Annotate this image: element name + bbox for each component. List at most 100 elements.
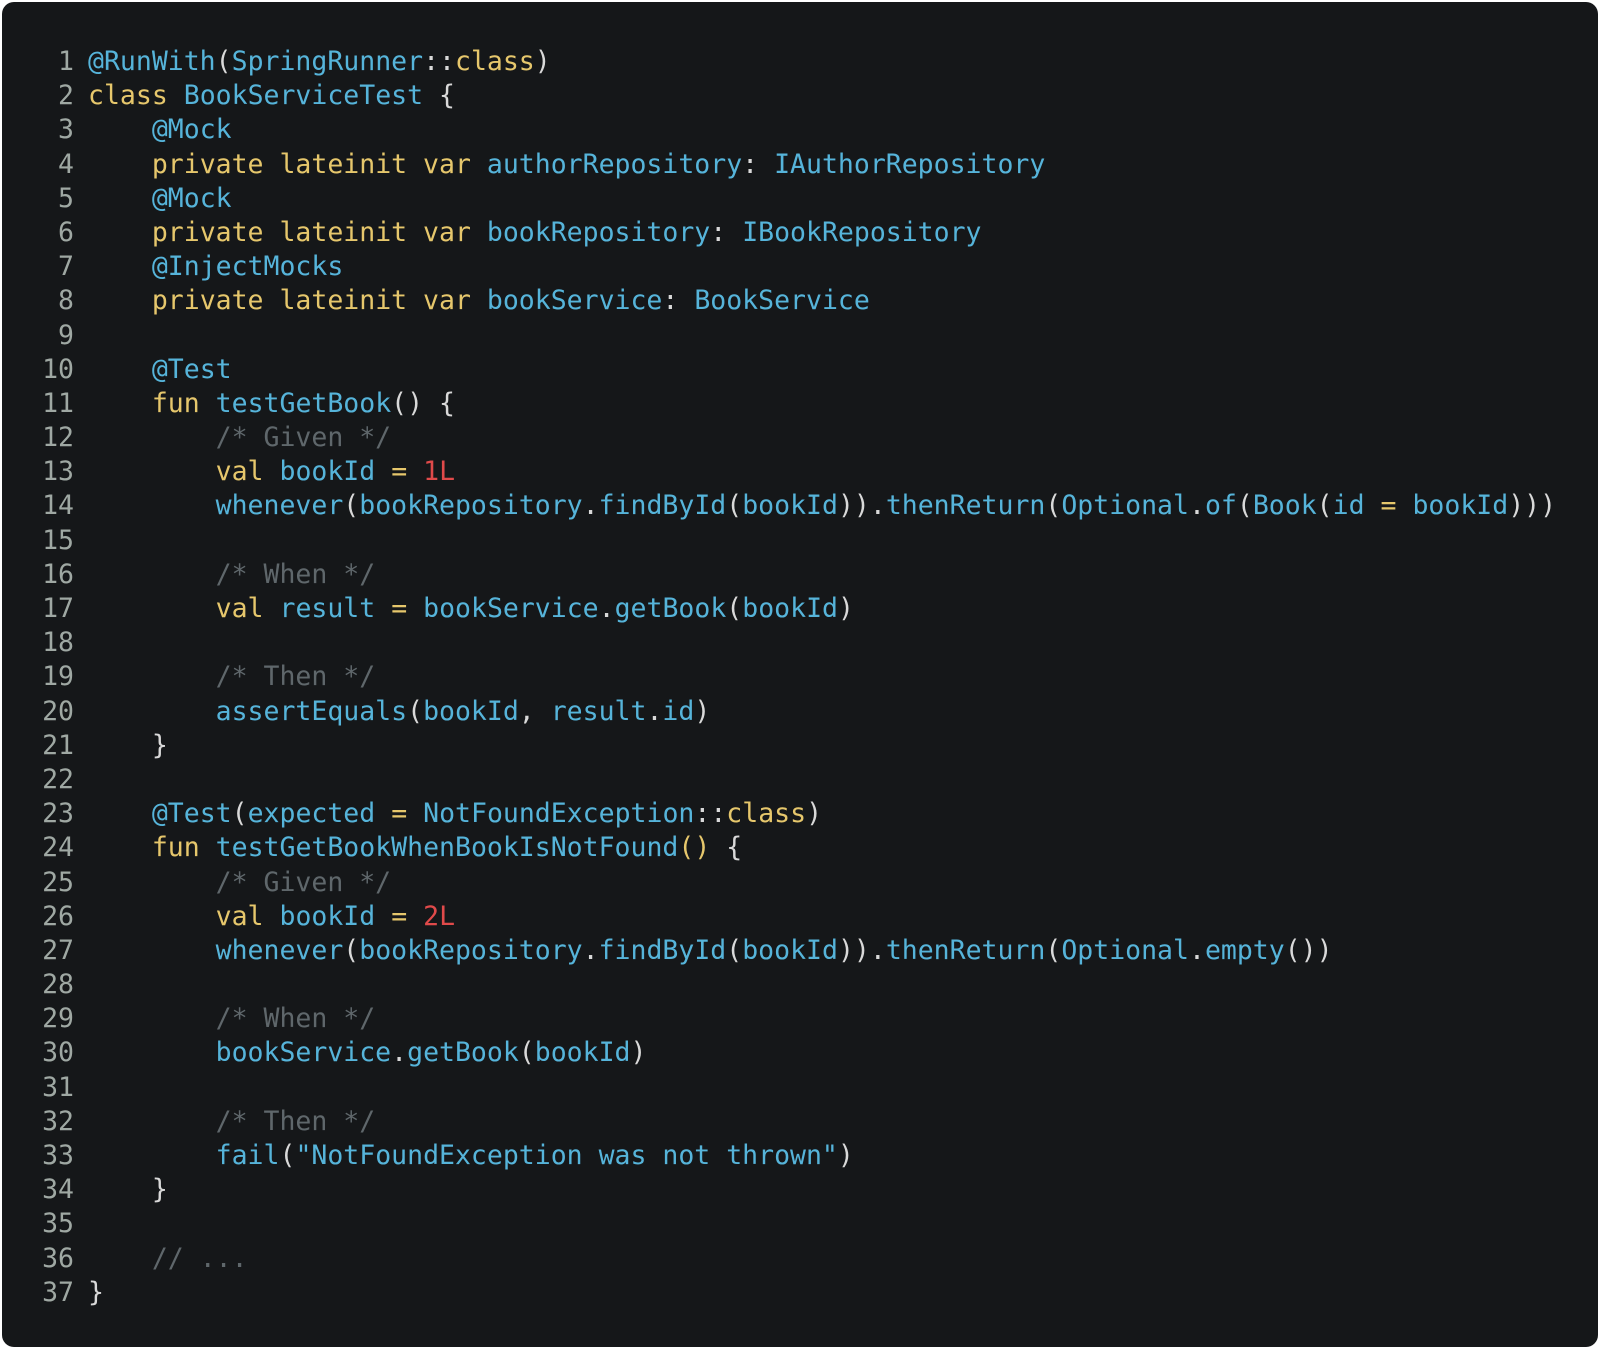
code-line[interactable]: 28 xyxy=(2,968,1598,1002)
line-number: 24 xyxy=(42,832,74,864)
code-token: testGetBook xyxy=(215,387,392,419)
code-token: /* Then */ xyxy=(215,1105,376,1137)
code-line[interactable]: 18 xyxy=(2,626,1598,660)
code-line[interactable]: 30 bookService.getBook(bookId) xyxy=(2,1036,1598,1070)
code-line[interactable]: 17 val result = bookService.getBook(book… xyxy=(2,592,1598,626)
code-token: ( xyxy=(518,1037,535,1069)
code-line[interactable]: 16 /* When */ xyxy=(2,558,1598,592)
code-text: @Mock xyxy=(74,113,232,147)
code-line[interactable]: 31 xyxy=(2,1071,1598,1105)
code-token: val xyxy=(215,456,264,488)
code-line[interactable]: 21 } xyxy=(2,729,1598,763)
code-token: getBook xyxy=(614,593,727,624)
code-line[interactable]: 23 @Test(expected = NotFoundException::c… xyxy=(2,797,1598,831)
code-line[interactable]: 13 val bookId = 1L xyxy=(2,455,1598,489)
code-token: bookId xyxy=(742,490,838,522)
code-token: IAuthorRepository xyxy=(774,148,1046,180)
code-line[interactable]: 9 xyxy=(2,319,1598,353)
code-line[interactable]: 11 fun testGetBook() { xyxy=(2,387,1598,421)
code-token: id xyxy=(662,695,695,727)
code-token: ))) xyxy=(1508,490,1557,522)
code-line[interactable]: 2 class BookServiceTest { xyxy=(2,79,1598,113)
code-token: )). xyxy=(837,490,886,522)
code-line[interactable]: 33 fail("NotFoundException was not throw… xyxy=(2,1139,1598,1173)
code-token: = xyxy=(391,798,408,830)
code-token: bookId xyxy=(423,695,519,727)
code-line[interactable]: 8 private lateinit var bookService: Book… xyxy=(2,284,1598,318)
code-token: assertEquals xyxy=(215,695,408,727)
code-line[interactable]: 20 assertEquals(bookId, result.id) xyxy=(2,695,1598,729)
code-token: @Test xyxy=(151,353,232,385)
code-token: ( xyxy=(726,934,743,966)
code-token: : xyxy=(742,148,775,180)
code-line[interactable]: 3 @Mock xyxy=(2,113,1598,147)
code-line[interactable]: 7 @InjectMocks xyxy=(2,250,1598,284)
line-number: 5 xyxy=(58,182,74,214)
code-token: ( xyxy=(1045,934,1062,966)
code-token: : xyxy=(710,216,743,248)
code-line[interactable]: 26 val bookId = 2L xyxy=(2,900,1598,934)
code-line[interactable]: 24 fun testGetBookWhenBookIsNotFound() { xyxy=(2,831,1598,865)
code-line[interactable]: 4 private lateinit var authorRepository:… xyxy=(2,148,1598,182)
code-line[interactable]: 10 @Test xyxy=(2,353,1598,387)
code-text: fun testGetBookWhenBookIsNotFound() { xyxy=(74,831,742,865)
line-number: 34 xyxy=(42,1174,74,1206)
code-token: private lateinit var xyxy=(151,148,471,180)
code-token: bookService xyxy=(486,285,663,317)
code-token: Optional xyxy=(1061,490,1189,522)
code-line[interactable]: 27 whenever(bookRepository.findById(book… xyxy=(2,934,1598,968)
code-token: /* Given */ xyxy=(215,866,392,898)
code-token: Optional xyxy=(1061,934,1189,966)
code-line[interactable]: 35 xyxy=(2,1207,1598,1241)
code-line[interactable]: 14 whenever(bookRepository.findById(book… xyxy=(2,489,1598,523)
code-text: private lateinit var bookRepository: IBo… xyxy=(74,216,982,250)
code-token: @Mock xyxy=(151,182,232,214)
code-token: whenever xyxy=(215,934,344,966)
code-line[interactable]: 34 } xyxy=(2,1173,1598,1207)
code-token: /* Then */ xyxy=(215,661,376,693)
line-number: 21 xyxy=(42,729,74,761)
code-line[interactable]: 29 /* When */ xyxy=(2,1002,1598,1036)
code-line[interactable]: 19 /* Then */ xyxy=(2,660,1598,694)
code-text: /* Then */ xyxy=(74,1105,376,1139)
line-number: 14 xyxy=(42,490,74,522)
code-token: } xyxy=(88,1174,168,1206)
code-token: } xyxy=(88,729,168,761)
code-line[interactable]: 36 // ... xyxy=(2,1242,1598,1276)
code-token: . xyxy=(1188,934,1205,966)
line-number: 26 xyxy=(42,900,74,932)
code-token: () { xyxy=(391,387,455,419)
code-line[interactable]: 6 private lateinit var bookRepository: I… xyxy=(2,216,1598,250)
code-token: ( xyxy=(407,695,424,727)
line-number: 36 xyxy=(42,1242,74,1274)
code-line[interactable]: 15 xyxy=(2,524,1598,558)
code-line[interactable]: 37} xyxy=(2,1276,1598,1310)
code-token: empty xyxy=(1204,934,1285,966)
code-text: class BookServiceTest { xyxy=(74,79,455,113)
code-token: 1L xyxy=(423,456,456,488)
code-line[interactable]: 1 @RunWith(SpringRunner::class) xyxy=(2,45,1598,79)
code-line[interactable]: 25 /* Given */ xyxy=(2,866,1598,900)
line-number: 10 xyxy=(42,353,74,385)
code-line[interactable]: 5 @Mock xyxy=(2,182,1598,216)
line-number: 4 xyxy=(58,148,74,180)
code-line[interactable]: 22 xyxy=(2,763,1598,797)
code-text: @RunWith(SpringRunner::class) xyxy=(74,45,551,79)
code-token: @InjectMocks xyxy=(151,251,344,283)
code-line[interactable]: 12 /* Given */ xyxy=(2,421,1598,455)
code-token: @RunWith xyxy=(88,46,216,77)
line-number: 12 xyxy=(42,422,74,454)
line-number: 28 xyxy=(42,969,74,1001)
code-line[interactable]: 32 /* Then */ xyxy=(2,1105,1598,1139)
line-number: 6 xyxy=(58,216,74,248)
